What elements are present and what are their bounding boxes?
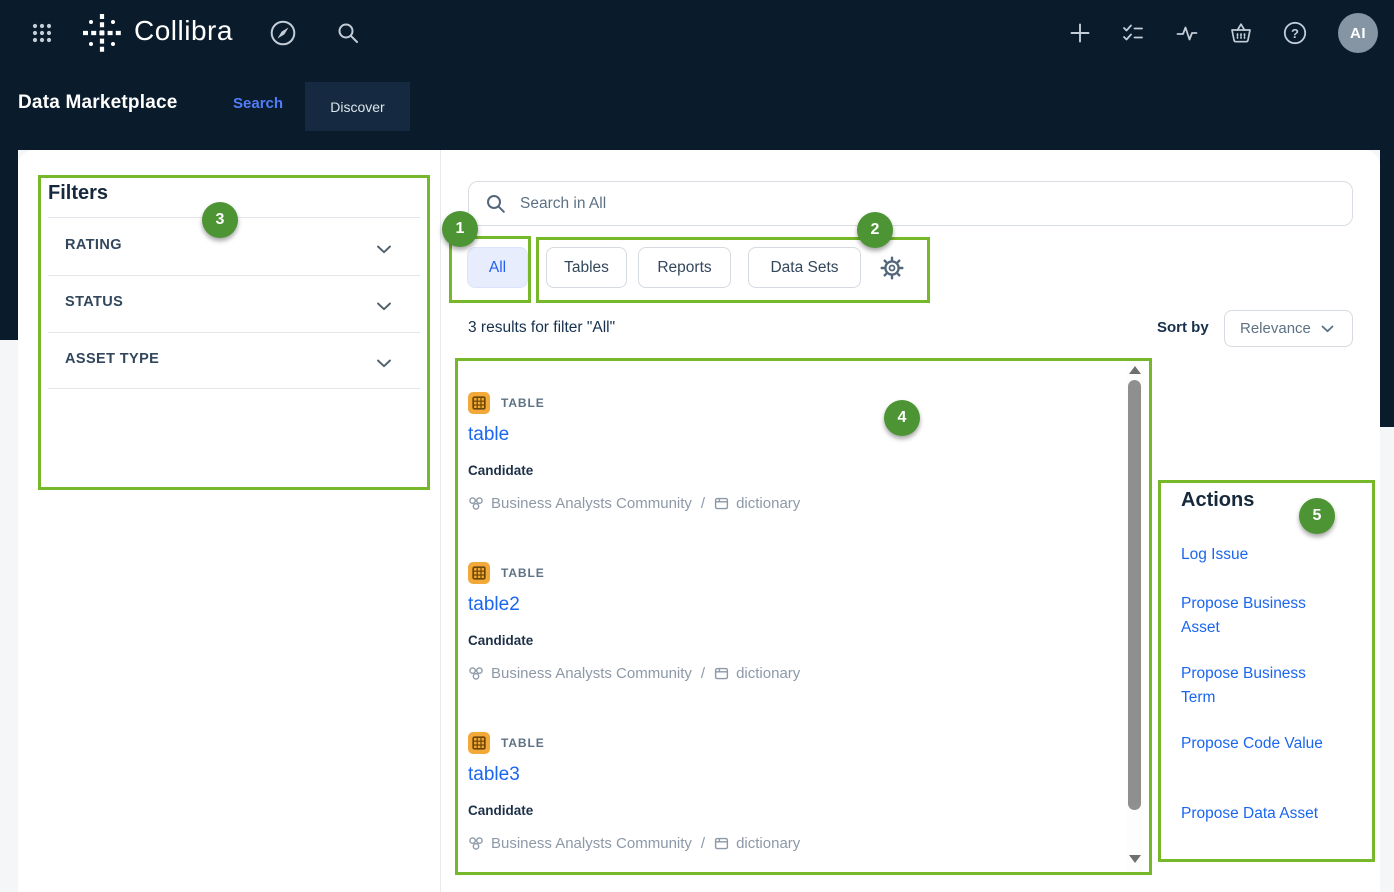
action-propose-business-term[interactable]: Propose Business Term xyxy=(1181,662,1331,710)
community-icon xyxy=(468,666,484,681)
user-avatar[interactable]: AI xyxy=(1338,13,1378,53)
activity-pulse-icon[interactable] xyxy=(1175,21,1199,45)
filter-group-asset-type[interactable]: ASSET TYPE xyxy=(48,338,420,382)
svg-text:?: ? xyxy=(1291,26,1299,41)
divider xyxy=(48,388,420,389)
filter-group-label: RATING xyxy=(65,237,122,253)
scrollbar-thumb[interactable] xyxy=(1128,380,1141,810)
tab-search[interactable]: Search xyxy=(233,95,283,112)
sidebar-divider xyxy=(440,150,441,892)
divider xyxy=(48,275,420,276)
tab-discover[interactable]: Discover xyxy=(305,82,410,131)
results-summary: 3 results for filter "All" xyxy=(468,319,615,337)
action-propose-code-value[interactable]: Propose Code Value xyxy=(1181,732,1331,756)
breadcrumb-separator: / xyxy=(701,495,705,512)
annotation-badge-4: 4 xyxy=(884,400,920,436)
breadcrumb-separator: / xyxy=(701,835,705,852)
action-log-issue[interactable]: Log Issue xyxy=(1181,543,1331,567)
domain-icon xyxy=(714,836,729,851)
facet-label: All xyxy=(489,259,506,277)
result-item: TABLE table2 Candidate Business Analysts… xyxy=(468,562,1118,712)
facet-all[interactable]: All xyxy=(467,247,528,288)
asset-type-label: TABLE xyxy=(501,566,545,580)
sort-by-label: Sort by xyxy=(1157,319,1209,336)
chevron-down-icon xyxy=(1321,325,1334,333)
status-badge: Candidate xyxy=(468,633,533,648)
chevron-down-icon xyxy=(376,298,392,316)
annotation-badge-5: 5 xyxy=(1299,498,1335,534)
domain-icon xyxy=(714,496,729,511)
facet-tables[interactable]: Tables xyxy=(546,247,627,288)
status-badge: Candidate xyxy=(468,803,533,818)
community-icon xyxy=(468,836,484,851)
breadcrumb: Business Analysts Community / dictionary xyxy=(468,495,800,512)
sort-value: Relevance xyxy=(1240,320,1311,337)
compass-icon[interactable] xyxy=(269,19,297,47)
chevron-down-icon xyxy=(376,241,392,259)
filter-group-label: STATUS xyxy=(65,294,123,310)
result-title-link[interactable]: table3 xyxy=(468,764,520,786)
community-link[interactable]: Business Analysts Community xyxy=(491,665,692,682)
facet-label: Tables xyxy=(564,259,609,277)
result-title-link[interactable]: table xyxy=(468,424,509,446)
divider xyxy=(48,332,420,333)
search-input[interactable] xyxy=(520,195,1352,213)
asset-type-label: TABLE xyxy=(501,736,545,750)
community-link[interactable]: Business Analysts Community xyxy=(491,835,692,852)
filters-title: Filters xyxy=(48,182,108,205)
page-title: Data Marketplace xyxy=(18,92,178,114)
tasks-checklist-icon[interactable] xyxy=(1121,21,1145,45)
table-asset-icon xyxy=(468,732,490,754)
breadcrumb-separator: / xyxy=(701,665,705,682)
scrollbar-down-arrow[interactable] xyxy=(1129,855,1141,863)
annotation-badge-1: 1 xyxy=(442,211,478,247)
annotation-badge-3: 3 xyxy=(202,202,238,238)
community-icon xyxy=(468,496,484,511)
scrollbar-up-arrow[interactable] xyxy=(1129,366,1141,374)
result-item: TABLE table3 Candidate Business Analysts… xyxy=(468,732,1118,882)
app-grid-icon[interactable] xyxy=(30,21,54,45)
search-icon xyxy=(485,193,506,214)
table-asset-icon xyxy=(468,392,490,414)
filter-group-label: ASSET TYPE xyxy=(65,351,159,367)
collibra-data-marketplace: Collibra xyxy=(0,0,1394,892)
action-propose-data-asset[interactable]: Propose Data Asset xyxy=(1181,802,1331,826)
result-item: TABLE table Candidate Business Analysts … xyxy=(468,392,1118,542)
domain-icon xyxy=(714,666,729,681)
status-badge: Candidate xyxy=(468,463,533,478)
actions-title: Actions xyxy=(1181,489,1254,512)
facet-settings-gear-icon[interactable] xyxy=(879,255,905,281)
table-asset-icon xyxy=(468,562,490,584)
breadcrumb: Business Analysts Community / dictionary xyxy=(468,835,800,852)
domain-link[interactable]: dictionary xyxy=(736,495,800,512)
domain-link[interactable]: dictionary xyxy=(736,835,800,852)
facet-reports[interactable]: Reports xyxy=(638,247,731,288)
collibra-logo-icon xyxy=(80,11,124,55)
facet-label: Data Sets xyxy=(770,259,838,277)
filter-group-status[interactable]: STATUS xyxy=(48,281,420,325)
action-propose-business-asset[interactable]: Propose Business Asset xyxy=(1181,592,1331,640)
header-search-icon[interactable] xyxy=(336,21,360,45)
help-icon[interactable]: ? xyxy=(1282,20,1308,46)
domain-link[interactable]: dictionary xyxy=(736,665,800,682)
breadcrumb: Business Analysts Community / dictionary xyxy=(468,665,800,682)
community-link[interactable]: Business Analysts Community xyxy=(491,495,692,512)
asset-type-label: TABLE xyxy=(501,396,545,410)
search-bar xyxy=(468,181,1353,226)
brand-name: Collibra xyxy=(134,15,233,47)
facet-data-sets[interactable]: Data Sets xyxy=(748,247,861,288)
chevron-down-icon xyxy=(376,355,392,373)
sort-dropdown[interactable]: Relevance xyxy=(1224,310,1353,347)
annotation-badge-2: 2 xyxy=(857,212,893,248)
create-plus-icon[interactable] xyxy=(1068,21,1092,45)
facet-label: Reports xyxy=(657,259,711,277)
result-title-link[interactable]: table2 xyxy=(468,594,520,616)
basket-icon[interactable] xyxy=(1228,20,1254,46)
